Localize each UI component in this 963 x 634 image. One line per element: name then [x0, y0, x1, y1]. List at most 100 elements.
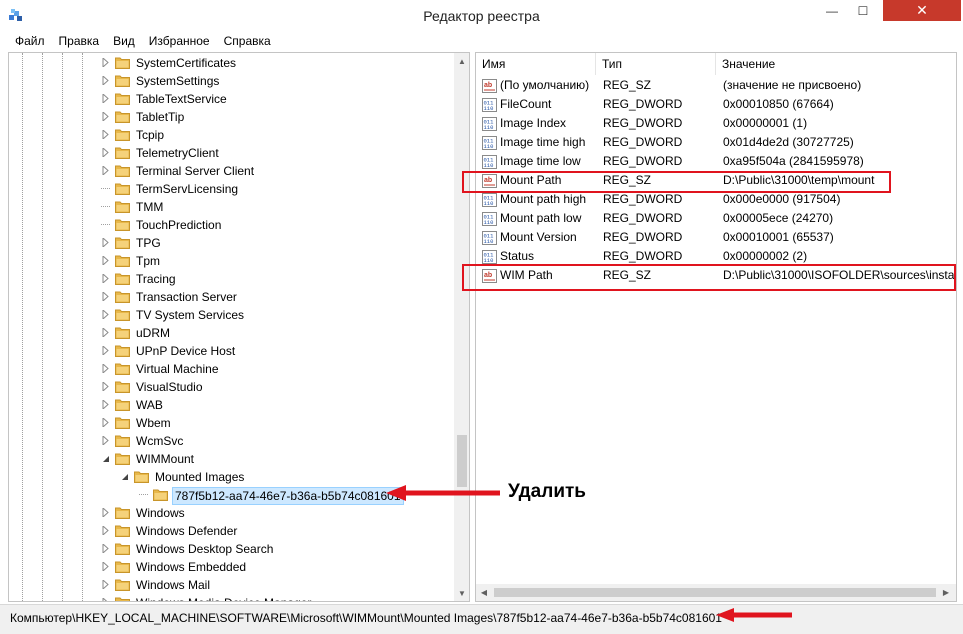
tree-item[interactable]: uDRM [9, 324, 454, 342]
tree-item[interactable]: WAB [9, 396, 454, 414]
expand-chevron-icon[interactable] [101, 364, 110, 373]
tree-item[interactable]: Windows Defender [9, 522, 454, 540]
menu-edit[interactable]: Правка [52, 34, 107, 48]
folder-icon [115, 128, 130, 141]
value-name-cell: Image Index [500, 116, 567, 130]
value-row[interactable]: 011 110 Mount Version REG_DWORD 0x00010001 (… [476, 229, 956, 248]
tree-item[interactable]: Virtual Machine [9, 360, 454, 378]
expand-chevron-icon[interactable] [101, 382, 110, 391]
value-data-cell: 0x01d4de2d (30727725) [723, 135, 854, 149]
tree-item[interactable]: SystemCertificates [9, 54, 454, 72]
expand-chevron-icon[interactable] [101, 562, 110, 571]
tree-item[interactable]: Terminal Server Client [9, 162, 454, 180]
expand-chevron-icon[interactable] [101, 58, 110, 67]
tree-item[interactable]: Windows Mail [9, 576, 454, 594]
value-type-cell: REG_DWORD [603, 192, 683, 206]
value-row[interactable]: 011 110 Image Index REG_DWORD 0x00000001 (1) [476, 115, 956, 134]
folder-open-icon [134, 470, 149, 483]
tree-item[interactable]: Windows Media Device Manager [9, 594, 454, 601]
column-name-header[interactable]: Имя [476, 53, 596, 75]
column-type-header[interactable]: Тип [596, 53, 716, 75]
value-row[interactable]: 011 110 Mount path low REG_DWORD 0x00005ece … [476, 210, 956, 229]
tree-item[interactable]: Tcpip [9, 126, 454, 144]
expand-chevron-icon[interactable] [101, 346, 110, 355]
tree-item[interactable]: Windows Embedded [9, 558, 454, 576]
value-name-cell: Mount Version [500, 230, 577, 244]
scroll-left-icon[interactable]: ◀ [476, 584, 492, 601]
column-value-header[interactable]: Значение [716, 53, 956, 75]
values-horizontal-scrollbar[interactable]: ◀ ▶ [476, 584, 956, 601]
expand-chevron-icon[interactable] [101, 112, 110, 121]
tree-item[interactable]: TableTextService [9, 90, 454, 108]
collapse-chevron-icon[interactable] [120, 472, 129, 481]
expand-chevron-icon[interactable] [101, 328, 110, 337]
expand-chevron-icon[interactable] [101, 400, 110, 409]
tree-item[interactable]: Tpm [9, 252, 454, 270]
maximize-button[interactable]: ☐ [849, 0, 877, 21]
expand-chevron-icon[interactable] [101, 436, 110, 445]
tree-item-label: Tracing [136, 272, 176, 286]
tree-item-label: TableTextService [136, 92, 227, 106]
menu-help[interactable]: Справка [217, 34, 278, 48]
value-row[interactable]: 011 110 Image time high REG_DWORD 0x01d4de2d… [476, 134, 956, 153]
tree-item[interactable]: Windows Desktop Search [9, 540, 454, 558]
tree-item[interactable]: WIMMount [9, 450, 454, 468]
expand-chevron-icon[interactable] [101, 256, 110, 265]
value-row[interactable]: 011 110 FileCount REG_DWORD 0x00010850 (6766… [476, 96, 956, 115]
value-data-cell: 0x000e0000 (917504) [723, 192, 841, 206]
tree-item[interactable]: Transaction Server [9, 288, 454, 306]
tree-item[interactable]: TV System Services [9, 306, 454, 324]
collapse-chevron-icon[interactable] [101, 454, 110, 463]
tree-item[interactable]: TouchPrediction [9, 216, 454, 234]
folder-icon [115, 596, 130, 601]
status-bar: Компьютер\HKEY_LOCAL_MACHINE\SOFTWARE\Mi… [0, 604, 963, 634]
expand-chevron-icon[interactable] [101, 526, 110, 535]
expand-chevron-icon[interactable] [101, 580, 110, 589]
tree-item[interactable]: Windows [9, 504, 454, 522]
tree-item[interactable]: Wbem [9, 414, 454, 432]
tree-item[interactable]: TMM [9, 198, 454, 216]
binary-value-icon: 011 110 [482, 250, 497, 264]
tree-item-label: Tpm [136, 254, 160, 268]
expand-chevron-icon[interactable] [101, 130, 110, 139]
tree-item[interactable]: Tracing [9, 270, 454, 288]
expand-chevron-icon[interactable] [101, 598, 110, 601]
expand-chevron-icon[interactable] [101, 166, 110, 175]
scroll-right-icon[interactable]: ▶ [938, 584, 954, 601]
menu-file[interactable]: Файл [8, 34, 52, 48]
expand-chevron-icon[interactable] [101, 94, 110, 103]
menu-favorites[interactable]: Избранное [142, 34, 217, 48]
value-row[interactable]: 011 110 Mount path high REG_DWORD 0x000e0000… [476, 191, 956, 210]
tree-item[interactable]: WcmSvc [9, 432, 454, 450]
expand-chevron-icon[interactable] [101, 310, 110, 319]
tree-item[interactable]: UPnP Device Host [9, 342, 454, 360]
values-scroll-thumb[interactable] [494, 588, 936, 597]
value-name-cell: FileCount [500, 97, 552, 111]
scroll-down-icon[interactable]: ▼ [454, 585, 469, 601]
tree-item[interactable]: TPG [9, 234, 454, 252]
expand-chevron-icon[interactable] [101, 418, 110, 427]
tree-item[interactable]: TabletTip [9, 108, 454, 126]
expand-chevron-icon[interactable] [101, 148, 110, 157]
folder-icon [115, 308, 130, 321]
folder-icon [115, 362, 130, 375]
tree-item[interactable]: VisualStudio [9, 378, 454, 396]
expand-chevron-icon[interactable] [101, 76, 110, 85]
close-button[interactable]: ✕ [883, 0, 961, 21]
tree-item-label: Windows Desktop Search [136, 542, 274, 556]
menu-view[interactable]: Вид [106, 34, 142, 48]
expand-chevron-icon[interactable] [101, 544, 110, 553]
scroll-up-icon[interactable]: ▲ [454, 53, 469, 69]
minimize-button[interactable]: — [818, 0, 846, 21]
expand-chevron-icon[interactable] [101, 292, 110, 301]
expand-chevron-icon[interactable] [101, 274, 110, 283]
expand-chevron-icon[interactable] [101, 238, 110, 247]
value-row[interactable]: 011 110 Image time low REG_DWORD 0xa95f504a … [476, 153, 956, 172]
tree-scroll-thumb[interactable] [457, 435, 467, 487]
tree-item[interactable]: TermServLicensing [9, 180, 454, 198]
expand-chevron-icon[interactable] [101, 508, 110, 517]
tree-item[interactable]: TelemetryClient [9, 144, 454, 162]
tree-vertical-scrollbar[interactable]: ▲ ▼ [454, 53, 469, 601]
value-row[interactable]: ab (По умолчанию) REG_SZ (значение не присв… [476, 77, 956, 96]
tree-item[interactable]: SystemSettings [9, 72, 454, 90]
